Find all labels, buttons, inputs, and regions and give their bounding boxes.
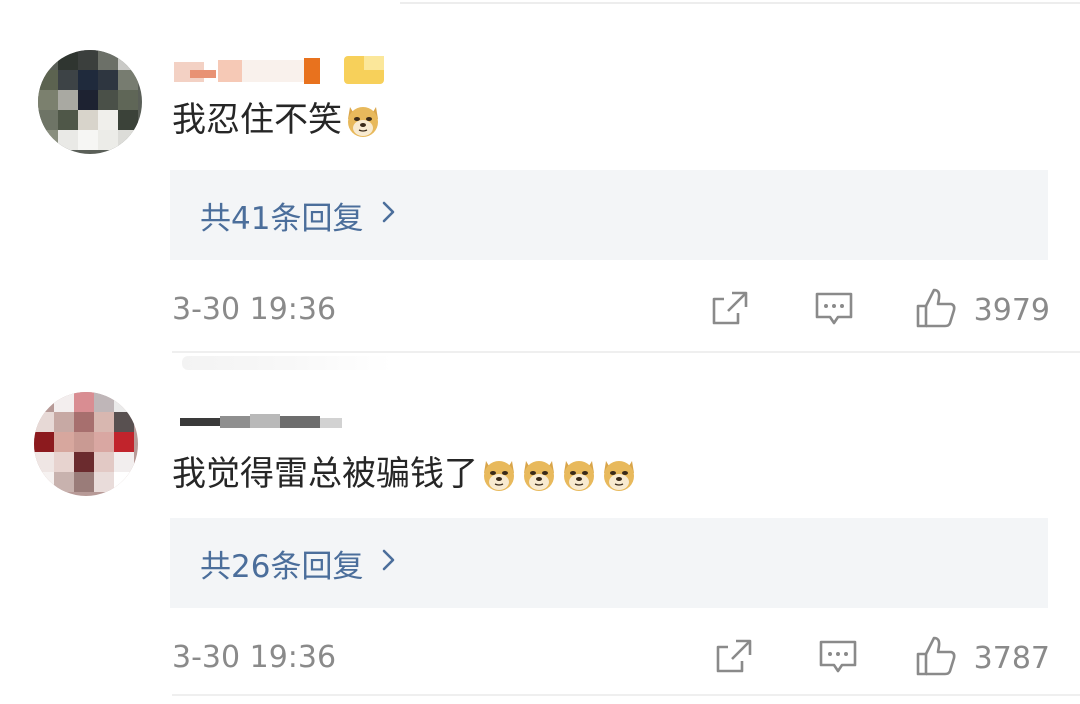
username-blurred[interactable] xyxy=(172,46,392,84)
doge-emoji xyxy=(480,455,518,493)
action-bar: 3979 xyxy=(650,284,1050,334)
view-replies-button[interactable]: 共26条回复 xyxy=(170,518,1048,608)
like-count: 3787 xyxy=(973,640,1050,676)
timestamp: 3-30 19:36 xyxy=(172,639,337,675)
top-divider xyxy=(400,2,1080,4)
timestamp: 3-30 19:36 xyxy=(172,291,337,327)
thumbs-up-icon xyxy=(914,634,958,682)
comment-text: 我觉得雷总被骗钱了 xyxy=(172,452,638,496)
username-blurred[interactable] xyxy=(172,394,392,432)
doge-emoji xyxy=(344,101,382,139)
doge-emoji xyxy=(520,455,558,493)
like-count: 3979 xyxy=(973,292,1050,328)
comment-meta: 3-30 19:36 xyxy=(172,632,1050,682)
comment-divider xyxy=(172,694,1080,696)
chevron-right-icon xyxy=(381,198,397,233)
avatar[interactable] xyxy=(34,392,138,496)
blur-artifact xyxy=(182,356,392,370)
share-icon[interactable] xyxy=(710,289,750,327)
like-button[interactable]: 3787 xyxy=(914,634,1050,682)
comment-divider xyxy=(172,351,1080,353)
thumbs-up-icon xyxy=(914,286,958,334)
action-bar: 3787 xyxy=(650,632,1050,682)
doge-emoji xyxy=(560,455,598,493)
view-replies-button[interactable]: 共41条回复 xyxy=(170,170,1048,260)
doge-emoji xyxy=(600,455,638,493)
comment-item: 我觉得雷总被骗钱了 共26条回复 3-30 19:36 3787 xyxy=(0,388,1080,704)
comment-item: 我忍住不笑 共41条回复 3-30 19:36 3979 xyxy=(0,40,1080,370)
comment-icon[interactable] xyxy=(818,637,858,677)
comment-icon[interactable] xyxy=(814,289,854,329)
share-icon[interactable] xyxy=(714,637,754,675)
comment-meta: 3-30 19:36 xyxy=(172,284,1050,334)
comment-text: 我忍住不笑 xyxy=(172,98,382,142)
avatar[interactable] xyxy=(38,50,142,154)
chevron-right-icon xyxy=(381,546,397,581)
like-button[interactable]: 3979 xyxy=(914,286,1050,334)
